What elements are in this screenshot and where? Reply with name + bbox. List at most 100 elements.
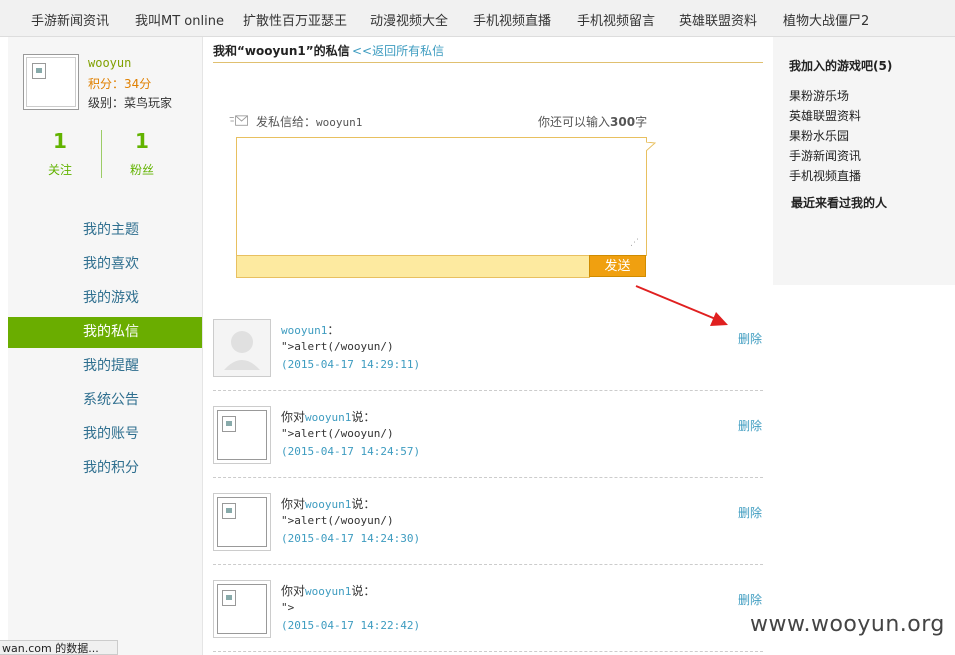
watermark: www.wooyun.org [750,612,945,637]
avatar-frame [217,410,267,460]
broken-image-icon [222,416,236,432]
browser-status-bar: wan.com 的数据... [0,640,118,655]
joined-game-link[interactable]: 果粉水乐园 [789,127,849,144]
broken-image-icon [222,590,236,606]
back-to-messages-link[interactable]: <<返回所有私信 [352,42,444,59]
default-person-icon [214,320,270,376]
follow-label[interactable]: 关注 [40,161,80,178]
fans-label[interactable]: 粉丝 [122,161,162,178]
title-divider [213,62,763,63]
delete-message-link[interactable]: 删除 [738,330,762,347]
delete-message-link[interactable]: 删除 [738,591,762,608]
page-title: 我和“wooyun1”的私信 [213,44,350,58]
message-user-link[interactable]: wooyun1 [305,498,351,511]
avatar-frame [217,584,267,634]
message-suffix: 说： [351,497,376,511]
message-user-link[interactable]: wooyun1 [305,411,351,424]
message-user-link[interactable]: wooyun1 [305,585,351,598]
menu-item-announcements[interactable]: 系统公告 [8,385,202,416]
follow-count[interactable]: 1 [40,129,80,153]
send-button[interactable]: 发送 [589,255,646,277]
message-avatar[interactable] [213,406,271,464]
top-nav: 手游新闻资讯 我叫MT online 扩散性百万亚瑟王 动漫视频大全 手机视频直… [0,0,955,37]
message-header: 你对wooyun1说： [281,408,375,425]
message-divider [213,564,763,565]
message-prefix: 你对 [281,584,306,598]
resize-grip-icon[interactable]: ⋰ [630,238,639,248]
menu-item-label: 我的账号 [83,426,139,442]
stat-divider [101,130,102,178]
nav-item[interactable]: 动漫视频大全 [370,10,448,29]
message-prefix: 你对 [281,410,306,424]
joined-game-link[interactable]: 手机视频直播 [789,167,861,184]
nav-item[interactable]: 手机视频留言 [577,10,655,29]
message-header: 你对wooyun1说： [281,495,375,512]
message-time: (2015-04-17 14:24:30) [281,532,421,545]
message-body: "> [281,601,295,614]
message-prefix: 你对 [281,497,306,511]
joined-game-link[interactable]: 英雄联盟资料 [789,107,861,124]
message-time: (2015-04-17 14:24:57) [281,445,421,458]
left-sidebar: wooyun 积分：34分 级别：菜鸟玩家 1 关注 1 粉丝 我的主题 我的喜… [8,37,203,655]
message-textarea[interactable] [236,137,647,256]
message-avatar[interactable] [213,580,271,638]
message-header: 你对wooyun1说： [281,582,375,599]
right-sidebar: 我加入的游戏吧(5) 果粉游乐场 英雄联盟资料 果粉水乐园 手游新闻资讯 手机视… [773,37,955,285]
composer-recipient: wooyun1 [316,116,363,129]
message-divider [213,477,763,478]
joined-game-link[interactable]: 果粉游乐场 [789,87,849,104]
recent-visitors-title: 最近来看过我的人 [791,196,888,210]
avatar[interactable] [23,54,79,110]
menu-item-points[interactable]: 我的积分 [8,453,202,484]
menu-item-messages[interactable]: 我的私信 [8,317,202,348]
message-avatar[interactable] [213,319,271,377]
delete-message-link[interactable]: 删除 [738,504,762,521]
nav-item[interactable]: 手机视频直播 [473,10,551,29]
message-time: (2015-04-17 14:22:42) [281,619,421,632]
profile-points: 积分：34分 [88,77,152,91]
char-counter-suffix: 字 [635,115,648,129]
nav-item[interactable]: 我叫MT online [135,10,224,29]
profile-username[interactable]: wooyun [88,56,131,70]
fans-count[interactable]: 1 [122,129,162,153]
profile-level: 级别：菜鸟玩家 [88,96,173,110]
message-user-link[interactable]: wooyun1 [281,324,327,337]
message-suffix: ： [327,323,340,337]
broken-image-icon [222,503,236,519]
menu-item-label: 我的游戏 [83,290,139,306]
broken-image-icon [32,63,46,79]
joined-games-title: 我加入的游戏吧(5) [789,59,893,73]
composer-footer-bar [236,255,590,278]
message-time: (2015-04-17 14:29:11) [281,358,421,371]
menu-item-label: 我的喜欢 [83,256,139,272]
char-counter-prefix: 你还可以输入 [538,115,611,129]
composer-label: 发私信给：wooyun1 [256,113,362,130]
annotation-arrow [635,285,728,326]
message-avatar[interactable] [213,493,271,551]
nav-item[interactable]: 扩散性百万亚瑟王 [243,10,347,29]
joined-game-link[interactable]: 手游新闻资讯 [789,147,861,164]
composer-label-prefix: 发私信给： [256,115,317,129]
avatar-frame [26,57,76,107]
page-edge [0,37,8,655]
avatar-frame [217,497,267,547]
delete-message-link[interactable]: 删除 [738,417,762,434]
menu-item-games[interactable]: 我的游戏 [8,283,202,314]
menu-item-label: 我的提醒 [83,358,139,374]
menu-item-label: 我的私信 [83,324,139,340]
menu-item-reminders[interactable]: 我的提醒 [8,351,202,382]
menu-item-topics[interactable]: 我的主题 [8,215,202,246]
speech-tail-icon [646,142,656,152]
nav-item[interactable]: 手游新闻资讯 [31,10,109,29]
message-divider [213,651,763,652]
char-counter: 你还可以输入300字 [538,113,647,130]
message-suffix: 说： [351,410,376,424]
nav-item[interactable]: 植物大战僵尸2 [783,10,869,29]
menu-item-account[interactable]: 我的账号 [8,419,202,450]
nav-item[interactable]: 英雄联盟资料 [679,10,757,29]
message-suffix: 说： [351,584,376,598]
menu-item-label: 我的主题 [83,222,139,238]
message-header: wooyun1： [281,321,339,338]
message-body: ">alert(/wooyun/) [281,427,394,440]
menu-item-likes[interactable]: 我的喜欢 [8,249,202,280]
